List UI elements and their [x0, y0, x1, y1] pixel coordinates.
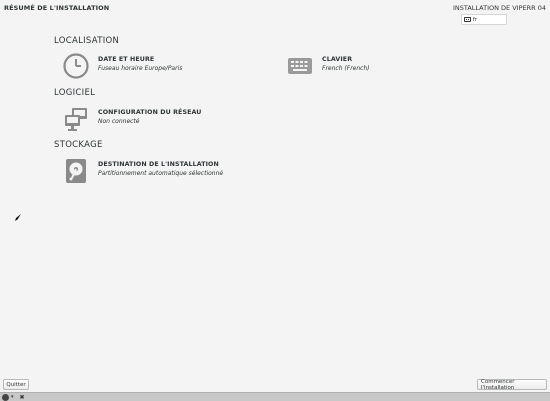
keyboard-layout-code: fr [473, 16, 477, 23]
spoke-status: French (French) [322, 65, 370, 72]
product-title: INSTALLATION DE VIPERR 04 [452, 4, 546, 12]
taskbar: ▾ ✖ [0, 392, 550, 401]
network-icon [65, 108, 87, 131]
quit-button[interactable]: Quitter [3, 379, 29, 390]
section-title-stockage: STOCKAGE [54, 140, 103, 150]
spoke-status: Non connecté [98, 118, 140, 125]
spoke-label: CLAVIER [322, 56, 353, 63]
spoke-keyboard[interactable]: CLAVIER French (French) [287, 53, 370, 79]
chevron-down-icon[interactable]: ▾ [11, 394, 14, 400]
spoke-installation-destination[interactable]: DESTINATION DE L'INSTALLATION Partitionn… [63, 158, 223, 184]
spoke-status: Partitionnement automatique sélectionné [98, 170, 224, 177]
page-title: RÉSUMÉ DE L'INSTALLATION [4, 4, 110, 12]
begin-installation-button[interactable]: Commencer l'installation [477, 379, 547, 391]
spoke-status: Fuseau horaire Europe/Paris [98, 65, 183, 72]
mouse-cursor-icon [15, 214, 21, 221]
spoke-label: CONFIGURATION DU RÉSEAU [98, 109, 202, 116]
hard-disk-icon [66, 159, 86, 183]
spoke-label: DESTINATION DE L'INSTALLATION [98, 161, 219, 168]
section-title-logiciel: LOGICIEL [54, 88, 96, 98]
section-title-localisation: LOCALISATION [54, 36, 120, 46]
spoke-label: DATE ET HEURE [98, 56, 155, 63]
keyboard-layout-indicator[interactable]: fr [461, 14, 507, 25]
keyboard-icon [288, 58, 312, 74]
spoke-date-time[interactable]: DATE ET HEURE Fuseau horaire Europe/Pari… [63, 53, 182, 79]
clock-icon [63, 53, 89, 79]
globe-icon[interactable] [2, 393, 9, 401]
keyboard-small-icon [464, 17, 471, 22]
close-icon[interactable]: ✖ [20, 394, 25, 401]
spoke-network[interactable]: CONFIGURATION DU RÉSEAU Non connecté [63, 106, 201, 132]
